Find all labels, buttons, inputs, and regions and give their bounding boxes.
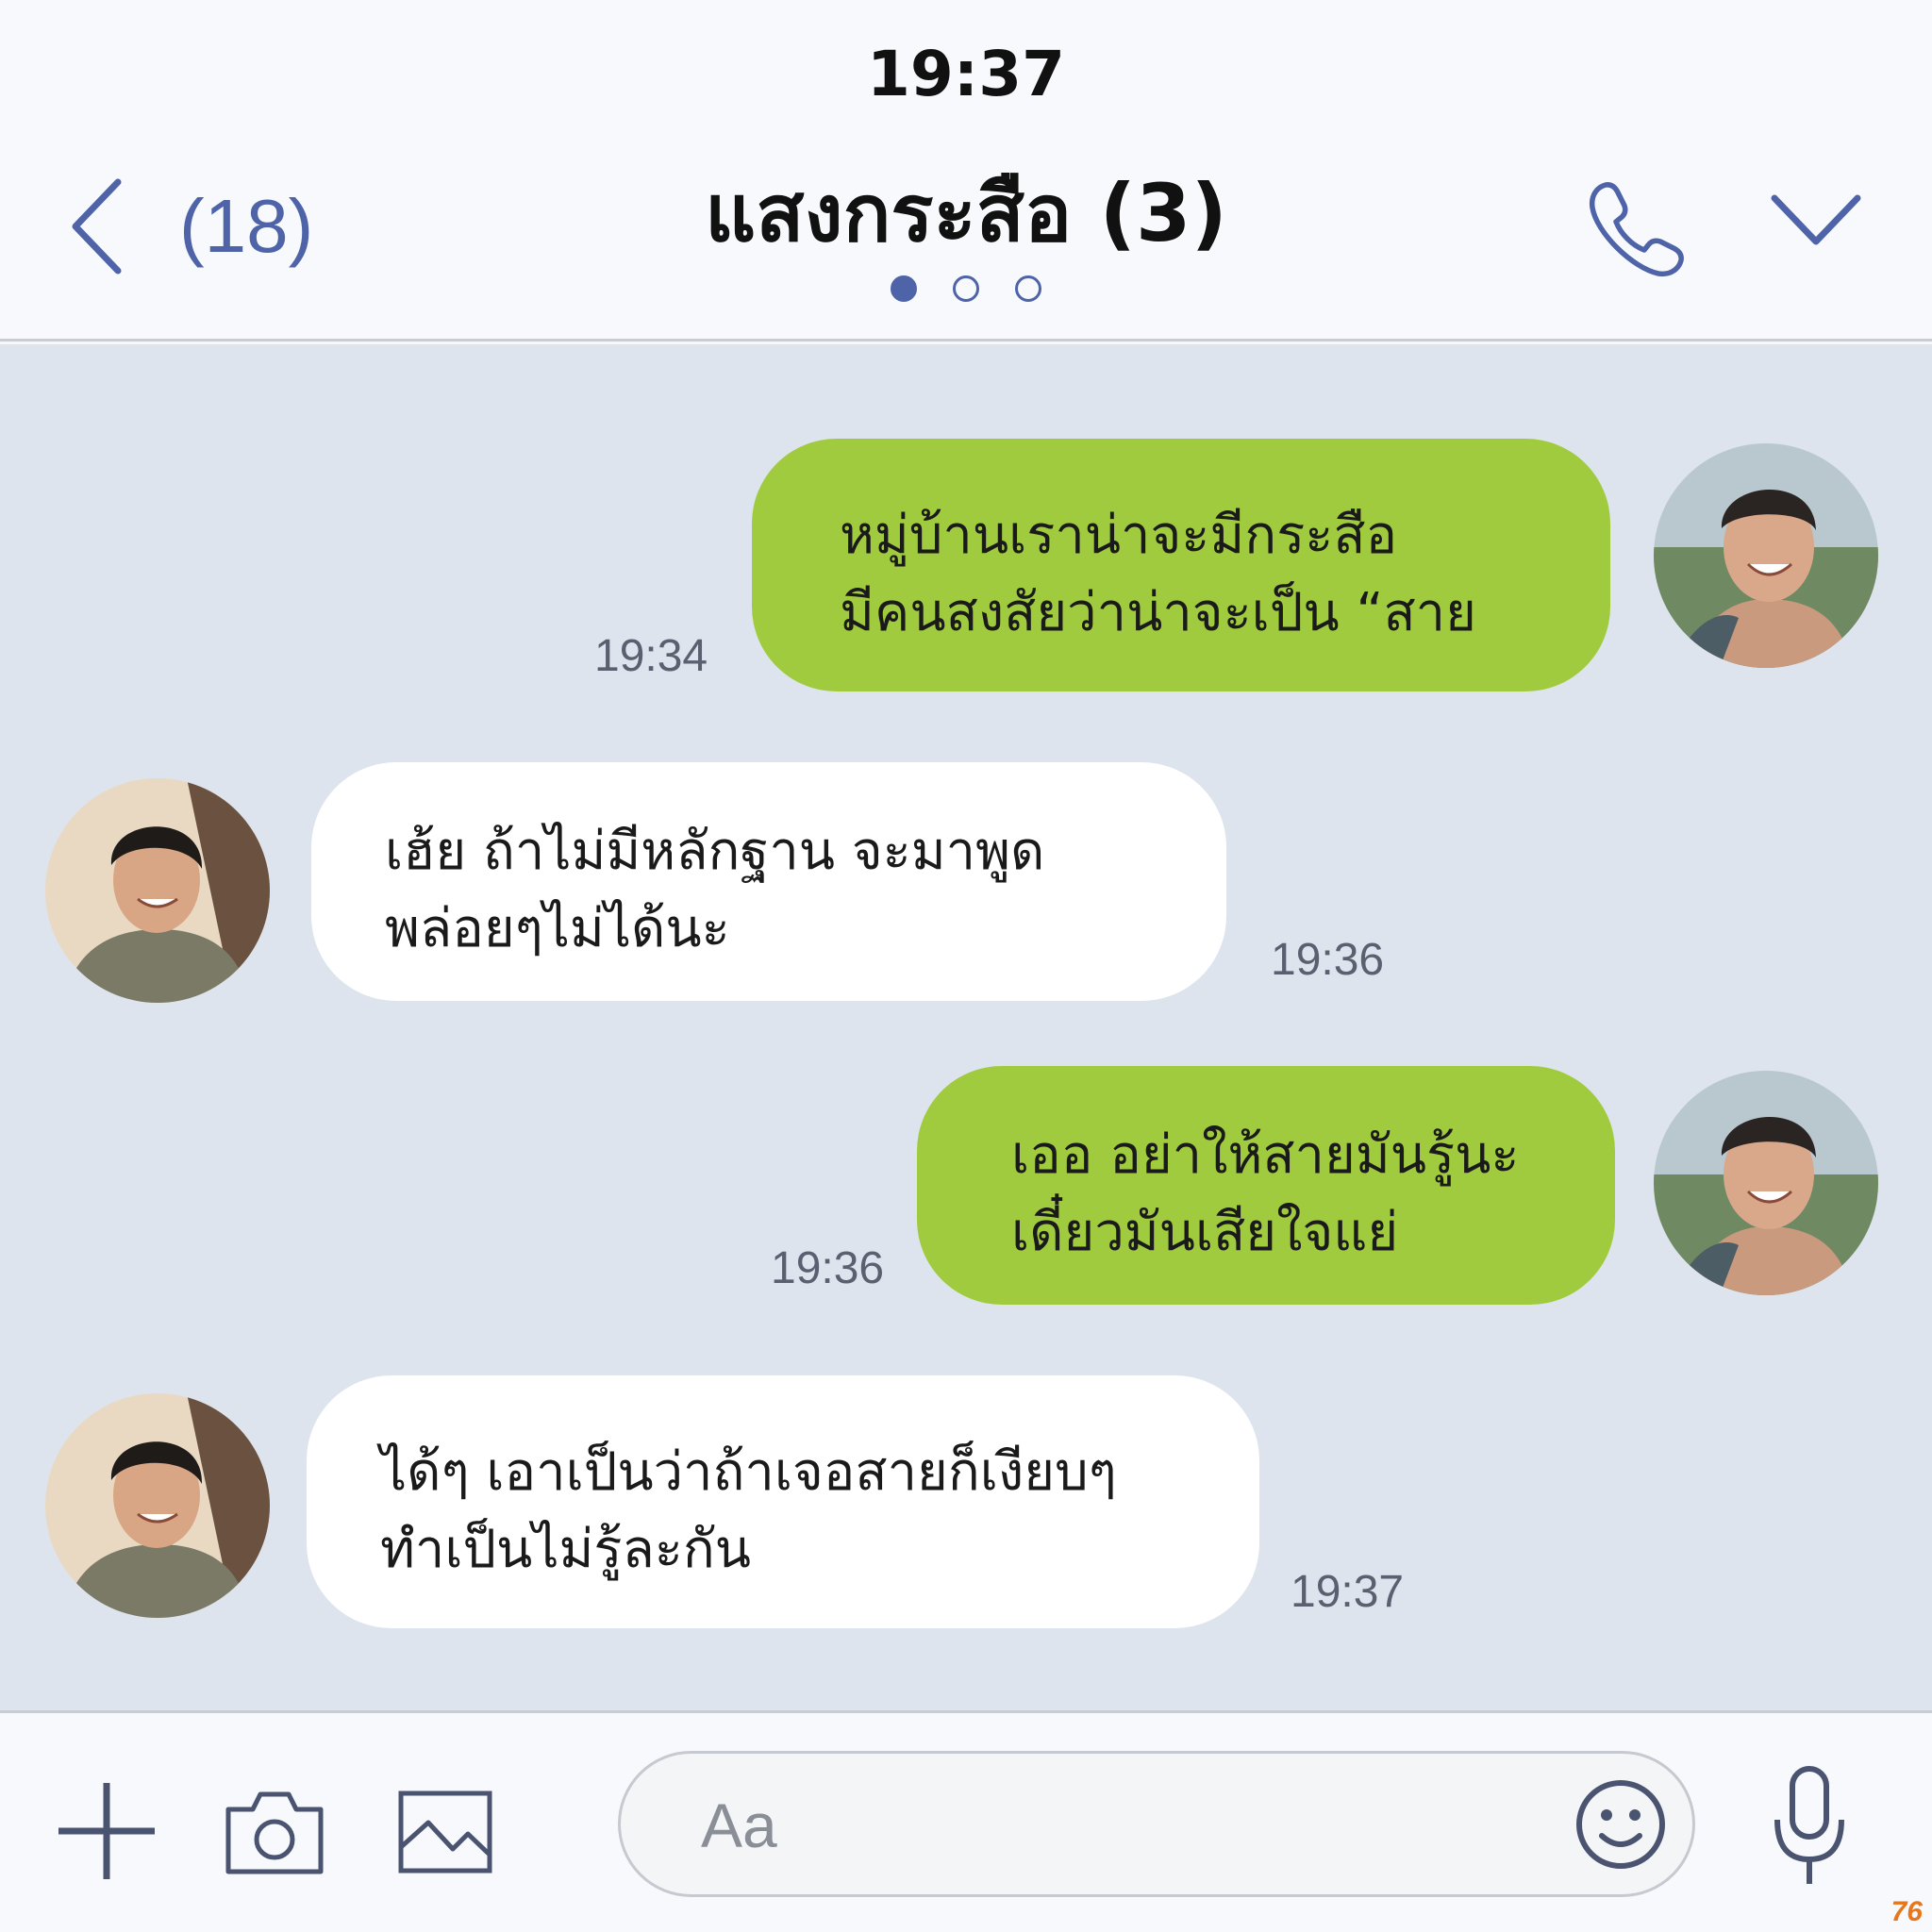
- voice-message-button[interactable]: [1772, 1765, 1847, 1888]
- smiley-icon: [1576, 1780, 1665, 1869]
- image-icon: [398, 1790, 492, 1874]
- message-time: 19:34: [594, 631, 708, 681]
- message-bubble-sent[interactable]: เออ อย่าให้สายมันรู้นะ เดี๋ยวมันเสียใจแย…: [917, 1066, 1615, 1305]
- my-avatar[interactable]: [1654, 1071, 1878, 1295]
- message-text-line: มีคนสงสัยว่าน่าจะเป็น “สาย: [840, 582, 1476, 643]
- profile-photo: [1654, 443, 1878, 668]
- message-placeholder: Aa: [701, 1790, 777, 1860]
- chat-header: 19:37 (18) แสงกระสือ (3): [0, 0, 1932, 341]
- contact-avatar[interactable]: [45, 778, 270, 1003]
- message-bubble-sent[interactable]: หมู่บ้านเราน่าจะมีกระสือ มีคนสงสัยว่าน่า…: [752, 439, 1610, 691]
- watermark-logo: 76: [1890, 1896, 1923, 1927]
- profile-photo: [1654, 1071, 1878, 1295]
- message-list[interactable]: 19:34 หมู่บ้านเราน่าจะมีกระสือ มีคนสงสัย…: [0, 344, 1932, 1710]
- plus-icon: [58, 1783, 155, 1879]
- camera-button[interactable]: [225, 1789, 325, 1875]
- message-bubble-received[interactable]: เฮ้ย ถ้าไม่มีหลักฐาน จะมาพูด พล่อยๆไม่ได…: [311, 762, 1226, 1001]
- input-toolbar: Aa 76: [0, 1710, 1932, 1932]
- message-time: 19:37: [1291, 1567, 1405, 1617]
- page-dot-2[interactable]: [953, 275, 979, 302]
- message-text-line: เฮ้ย ถ้าไม่มีหลักฐาน จะมาพูด: [385, 821, 1045, 882]
- emoji-button[interactable]: [1574, 1777, 1668, 1872]
- profile-photo: [45, 778, 270, 1003]
- page-dot-3[interactable]: [1015, 275, 1041, 302]
- message-time: 19:36: [1271, 935, 1385, 985]
- chat-menu-button[interactable]: [1769, 189, 1863, 255]
- my-avatar[interactable]: [1654, 443, 1878, 668]
- page-dot-1[interactable]: [891, 275, 917, 302]
- message-text-line: เดี๋ยวมันเสียใจแย่: [1011, 1202, 1399, 1263]
- add-button[interactable]: [55, 1779, 158, 1883]
- message-bubble-received[interactable]: ได้ๆ เอาเป็นว่าถ้าเจอสายก็เงียบๆ ทำเป็นไ…: [307, 1375, 1259, 1628]
- status-bar-time: 19:37: [866, 38, 1066, 110]
- microphone-icon: [1774, 1766, 1844, 1884]
- message-text-line: หมู่บ้านเราน่าจะมีกระสือ: [840, 505, 1398, 566]
- profile-photo: [45, 1393, 270, 1618]
- message-text-line: ทำเป็นไม่รู้ละกัน: [380, 1519, 752, 1580]
- message-text-line: พล่อยๆไม่ได้นะ: [385, 898, 730, 959]
- camera-icon: [225, 1791, 324, 1874]
- message-text-line: เออ อย่าให้สายมันรู้นะ: [1011, 1124, 1520, 1186]
- contact-avatar[interactable]: [45, 1393, 270, 1618]
- gallery-button[interactable]: [398, 1790, 492, 1874]
- message-input[interactable]: Aa: [618, 1751, 1695, 1897]
- message-text-line: ได้ๆ เอาเป็นว่าถ้าเจอสายก็เงียบๆ: [380, 1441, 1117, 1503]
- message-time: 19:36: [771, 1243, 885, 1293]
- chevron-down-icon: [1771, 194, 1861, 245]
- call-button[interactable]: [1585, 177, 1689, 281]
- phone-icon: [1589, 182, 1684, 277]
